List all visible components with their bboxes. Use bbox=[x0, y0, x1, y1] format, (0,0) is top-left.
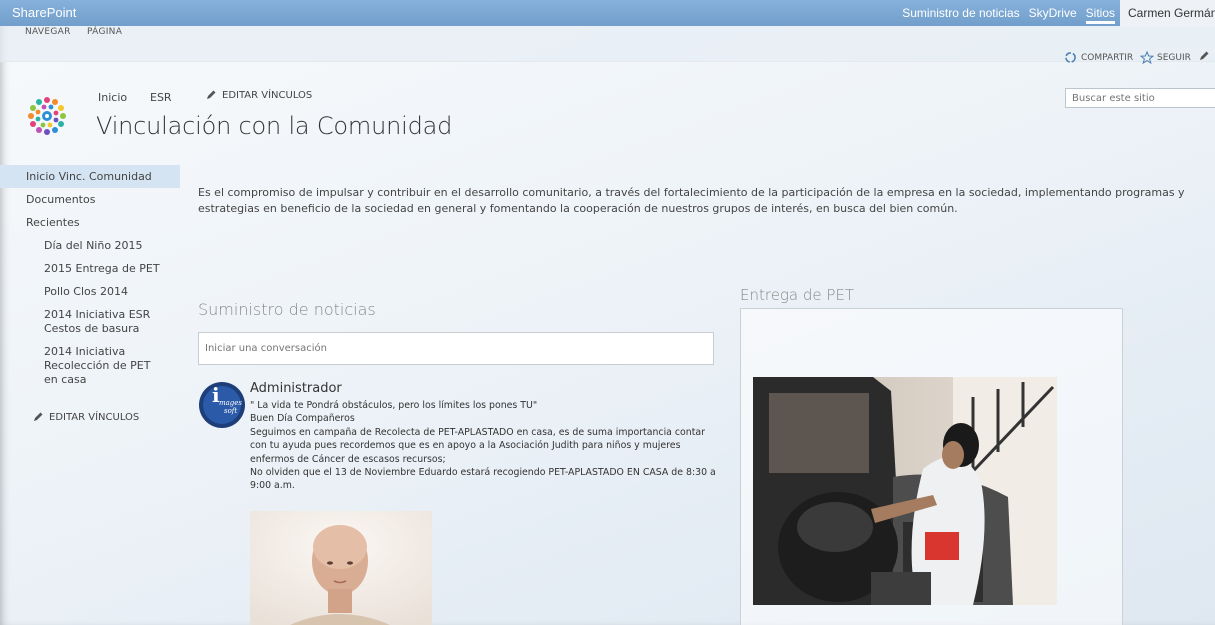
suite-bar: SharePoint Suministro de noticias SkyDri… bbox=[0, 0, 1215, 26]
intro-text: Es el compromiso de impulsar y contribui… bbox=[198, 186, 1185, 215]
post-line: Seguimos en campaña de Recolecta de PET-… bbox=[250, 426, 706, 465]
pet-section-title: Entrega de PET bbox=[740, 286, 855, 304]
share-icon bbox=[1065, 52, 1076, 63]
edit-page-button[interactable] bbox=[1198, 50, 1210, 62]
follow-button[interactable]: SEGUIR bbox=[1140, 51, 1191, 64]
post-line: No olviden que el 13 de Noviembre Eduard… bbox=[250, 467, 716, 492]
ribbon bbox=[0, 26, 1215, 62]
suite-links: Suministro de noticias SkyDrive Sitios bbox=[893, 0, 1115, 26]
suite-link-skydrive[interactable]: SkyDrive bbox=[1029, 6, 1077, 20]
post-author[interactable]: Administrador bbox=[250, 381, 342, 396]
nav-item-pollo-clos[interactable]: Pollo Clos 2014 bbox=[0, 280, 180, 303]
post-line: " La vida te Pondrá obstáculos, pero los… bbox=[250, 400, 538, 411]
pet-photo[interactable] bbox=[753, 377, 1057, 605]
topnav-esr[interactable]: ESR bbox=[150, 91, 172, 104]
page-title: Vinculación con la Comunidad bbox=[96, 112, 453, 140]
share-label: COMPARTIR bbox=[1081, 52, 1134, 63]
author-avatar[interactable]: i mages soft bbox=[198, 381, 246, 429]
left-nav: Inicio Vinc. Comunidad Documentos Recien… bbox=[0, 165, 180, 391]
site-logo bbox=[28, 97, 66, 135]
edit-links-left-label: EDITAR VÍNCULOS bbox=[49, 411, 140, 423]
svg-text:mages: mages bbox=[219, 399, 242, 407]
nav-item-recoleccion-pet[interactable]: 2014 Iniciativa Recolección de PET en ca… bbox=[0, 340, 180, 391]
newsfeed-title: Suministro de noticias bbox=[198, 300, 376, 319]
conversation-input[interactable] bbox=[198, 332, 714, 365]
edit-links-top-label: EDITAR VÍNCULOS bbox=[222, 89, 313, 101]
nav-item-documentos[interactable]: Documentos bbox=[0, 188, 180, 211]
nav-item-entrega-pet[interactable]: 2015 Entrega de PET bbox=[0, 257, 180, 280]
edit-links-top[interactable]: EDITAR VÍNCULOS bbox=[205, 89, 312, 101]
share-button[interactable]: COMPARTIR bbox=[1064, 51, 1133, 64]
suite-link-newsfeed[interactable]: Suministro de noticias bbox=[902, 6, 1019, 20]
pencil-icon bbox=[1200, 51, 1209, 60]
follow-label: SEGUIR bbox=[1157, 52, 1191, 63]
edit-links-left[interactable]: EDITAR VÍNCULOS bbox=[32, 411, 139, 423]
nav-item-dia-nino[interactable]: Día del Niño 2015 bbox=[0, 234, 180, 257]
topnav-inicio[interactable]: Inicio bbox=[98, 91, 127, 104]
post-image[interactable] bbox=[250, 511, 432, 625]
post-body: " La vida te Pondrá obstáculos, pero los… bbox=[250, 399, 720, 493]
star-icon bbox=[1140, 51, 1154, 64]
pencil-icon bbox=[207, 90, 216, 99]
nav-item-cestos-basura[interactable]: 2014 Iniciativa ESR Cestos de basura bbox=[0, 303, 180, 340]
nav-item-recientes[interactable]: Recientes bbox=[0, 211, 180, 234]
nav-item-inicio-vinc[interactable]: Inicio Vinc. Comunidad bbox=[0, 165, 180, 188]
tab-pagina[interactable]: PÁGINA bbox=[87, 27, 122, 37]
brand-link[interactable]: SharePoint bbox=[12, 5, 76, 20]
tab-navegar[interactable]: NAVEGAR bbox=[25, 27, 71, 37]
search-input[interactable] bbox=[1065, 88, 1215, 108]
svg-text:soft: soft bbox=[224, 407, 237, 415]
pencil-icon bbox=[34, 412, 43, 421]
user-menu[interactable]: Carmen Germán ▾ bbox=[1120, 0, 1215, 26]
user-name: Carmen Germán bbox=[1128, 6, 1215, 20]
suite-link-sites[interactable]: Sitios bbox=[1085, 6, 1115, 24]
post-line: Buen Día Compañeros bbox=[250, 413, 355, 425]
